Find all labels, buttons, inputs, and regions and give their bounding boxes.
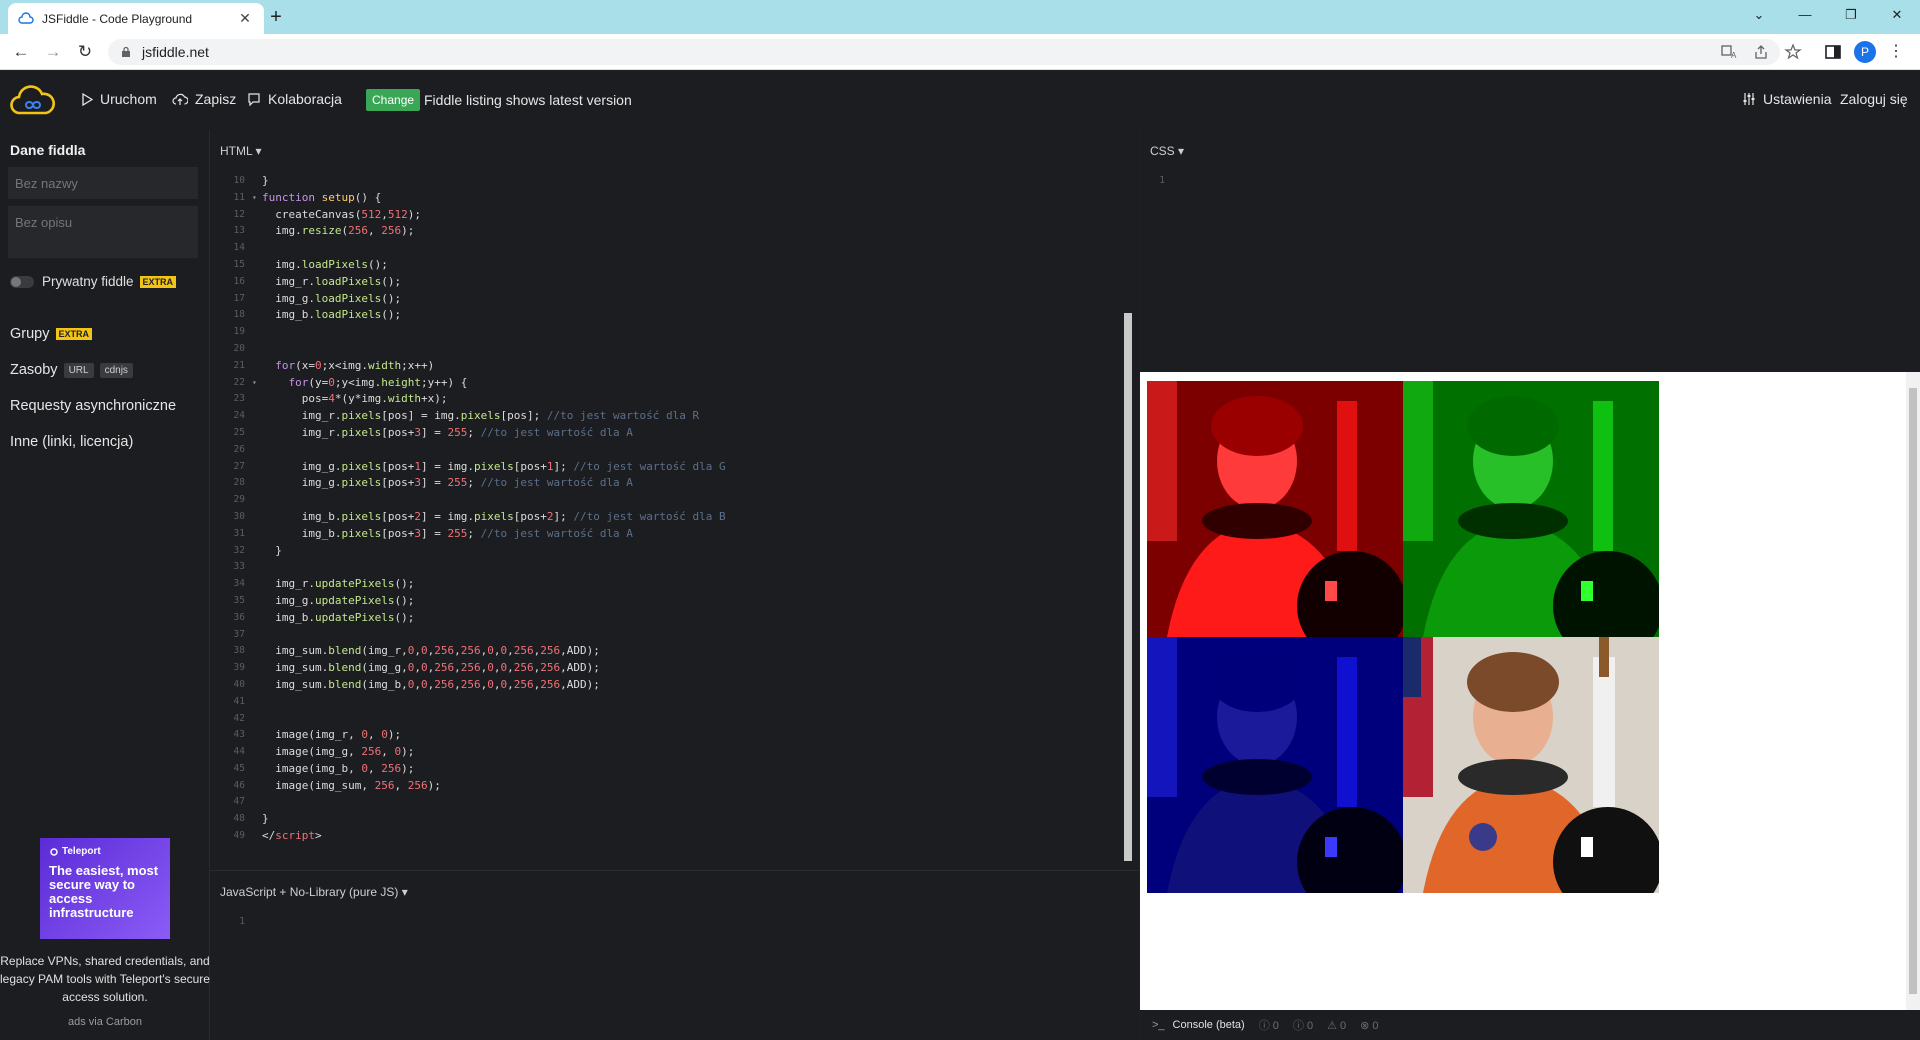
lock-icon	[122, 46, 130, 57]
log-count-value: 0	[1272, 1020, 1279, 1032]
url-tag[interactable]: URL	[63, 362, 94, 378]
cloud-upload-icon	[172, 93, 188, 105]
console-prompt-icon: >_	[1152, 1019, 1165, 1031]
collaborate-button[interactable]: Kolaboracja	[247, 91, 342, 107]
tab-title: JSFiddle - Code Playground	[42, 11, 193, 26]
address-bar[interactable]: jsfiddle.net	[108, 39, 1780, 65]
save-label: Zapisz	[195, 91, 237, 107]
ads-via-carbon-link[interactable]: ads via Carbon	[0, 1016, 210, 1028]
jsfiddle-logo-icon[interactable]	[10, 83, 56, 117]
side-panel-icon[interactable]	[1823, 42, 1843, 62]
css-code-editor[interactable]: 1	[1130, 173, 1890, 190]
private-fiddle-toggle[interactable]	[10, 276, 34, 288]
change-notice[interactable]: Fiddle listing shows latest version	[424, 92, 632, 108]
save-button[interactable]: Zapisz	[172, 91, 236, 107]
console-bar[interactable]: >_ Console (beta) ⓘ 0 ⓘ 0 ⚠ 0 ⊗ 0	[1140, 1010, 1920, 1040]
js-line-number: 1	[239, 916, 245, 927]
teleport-brand: Teleport	[49, 846, 161, 857]
sidebar-item-resources[interactable]: Zasoby URL cdnjs	[10, 362, 133, 378]
result-scrollbar[interactable]	[1906, 372, 1920, 1010]
extra-tag: EXTRA	[139, 276, 177, 289]
private-fiddle-row: Prywatny fiddle EXTRA	[42, 274, 177, 289]
green-channel-image	[1403, 381, 1659, 661]
settings-button[interactable]: Ustawienia	[1742, 91, 1831, 107]
groups-label: Grupy	[10, 326, 50, 342]
login-button[interactable]: Zaloguj się	[1840, 91, 1908, 107]
translate-icon[interactable]: A	[1720, 43, 1738, 61]
ad-brand-name: Teleport	[62, 846, 101, 857]
sidebar-item-groups[interactable]: Grupy EXTRA	[10, 326, 93, 342]
jsfiddle-favicon-icon	[18, 11, 34, 24]
login-label: Zaloguj się	[1840, 91, 1908, 107]
collaborate-label: Kolaboracja	[268, 91, 342, 107]
play-icon	[82, 92, 93, 106]
browser-menu-icon[interactable]: ⋮	[1888, 41, 1904, 63]
close-window-button[interactable]: ✕	[1874, 0, 1920, 30]
css-editor-panel: CSS ▾ 1	[1140, 130, 1920, 372]
tab-search-icon[interactable]: ⌄	[1736, 0, 1782, 30]
css-line-number: 1	[1159, 175, 1165, 186]
bookmark-star-icon[interactable]	[1784, 43, 1802, 61]
teleport-ad-banner[interactable]: Teleport The easiest, most secure way to…	[40, 838, 170, 939]
warn-count-value: 0	[1340, 1019, 1347, 1032]
run-label: Uruchom	[100, 91, 157, 107]
extra-tag: EXTRA	[55, 328, 93, 341]
sliders-icon	[1743, 93, 1755, 105]
console-error-count: ⊗ 0	[1360, 1019, 1379, 1032]
url-text: jsfiddle.net	[142, 44, 209, 60]
result-scroll-thumb[interactable]	[1909, 388, 1917, 994]
css-panel-title[interactable]: CSS ▾	[1150, 144, 1184, 158]
change-badge: Change	[366, 89, 421, 111]
chat-bubble-icon	[248, 93, 260, 106]
console-info-count: ⓘ 0	[1292, 1020, 1314, 1032]
combined-rgb-image	[1403, 637, 1659, 893]
profile-avatar[interactable]: P	[1854, 41, 1876, 63]
browser-tab[interactable]: JSFiddle - Code Playground ✕	[8, 3, 264, 34]
restore-button[interactable]: ❐	[1828, 0, 1874, 30]
js-code-editor[interactable]: 1	[210, 914, 1110, 931]
blue-channel-image	[1147, 637, 1407, 893]
sidebar-item-async-requests[interactable]: Requesty asynchroniczne	[10, 398, 176, 414]
address-toolbar: ← → ↻ jsfiddle.net A P ⋮	[0, 34, 1920, 70]
info-count-value: 0	[1306, 1020, 1314, 1032]
minimize-button[interactable]: —	[1782, 0, 1828, 30]
reload-button[interactable]: ↻	[72, 40, 98, 64]
console-warn-count: ⚠ 0	[1327, 1019, 1347, 1032]
console-label: Console (beta)	[1172, 1019, 1245, 1031]
ad-description[interactable]: Replace VPNs, shared credentials, and le…	[0, 952, 210, 1006]
error-count-value: 0	[1372, 1019, 1379, 1032]
browser-tab-strip: JSFiddle - Code Playground ✕ + ⌄ — ❐ ✕	[0, 0, 1920, 34]
svg-text:A: A	[1731, 51, 1737, 60]
jsfiddle-header: Uruchom Zapisz Kolaboracja Change Fiddle…	[0, 71, 1920, 130]
red-channel-image	[1147, 381, 1407, 661]
html-panel-title[interactable]: HTML ▾	[220, 144, 262, 158]
js-panel-title[interactable]: JavaScript + No-Library (pure JS) ▾	[220, 885, 408, 899]
console-log-count: ⓘ 0	[1258, 1020, 1279, 1032]
html-code-editor[interactable]: 10} 11 ▾ function setup() { 12 createCanva…	[210, 173, 1110, 845]
fiddle-name-input[interactable]	[8, 167, 198, 199]
p5-output-canvas	[1147, 381, 1659, 893]
html-editor-scroll-thumb[interactable]	[1124, 313, 1132, 861]
new-tab-button[interactable]: +	[262, 4, 290, 30]
tab-close-icon[interactable]: ✕	[236, 10, 254, 27]
html-editor-panel: HTML ▾ 10} 11 ▾ function setup() { 12 crea…	[210, 130, 1139, 870]
run-button[interactable]: Uruchom	[82, 91, 157, 107]
sidebar-title: Dane fiddla	[10, 142, 86, 158]
forward-button[interactable]: →	[40, 40, 66, 64]
fiddle-sidebar: Dane fiddla Prywatny fiddle EXTRA Grupy EX…	[0, 130, 210, 1040]
back-button[interactable]: ←	[8, 40, 34, 64]
cdnjs-tag[interactable]: cdnjs	[99, 362, 133, 378]
sidebar-item-other[interactable]: Inne (linki, licencja)	[10, 434, 133, 450]
html-editor-scrollbar[interactable]	[1122, 173, 1134, 869]
result-panel	[1140, 372, 1920, 1010]
private-fiddle-label: Prywatny fiddle	[42, 274, 134, 289]
ad-headline: The easiest, most secure way to access i…	[49, 863, 159, 920]
js-editor-panel: JavaScript + No-Library (pure JS) ▾ 1	[210, 870, 1139, 1040]
settings-label: Ustawienia	[1763, 91, 1832, 107]
gear-icon	[50, 847, 58, 856]
resources-label: Zasoby	[10, 362, 58, 378]
share-icon[interactable]	[1752, 43, 1770, 61]
fiddle-description-input[interactable]	[8, 206, 198, 258]
